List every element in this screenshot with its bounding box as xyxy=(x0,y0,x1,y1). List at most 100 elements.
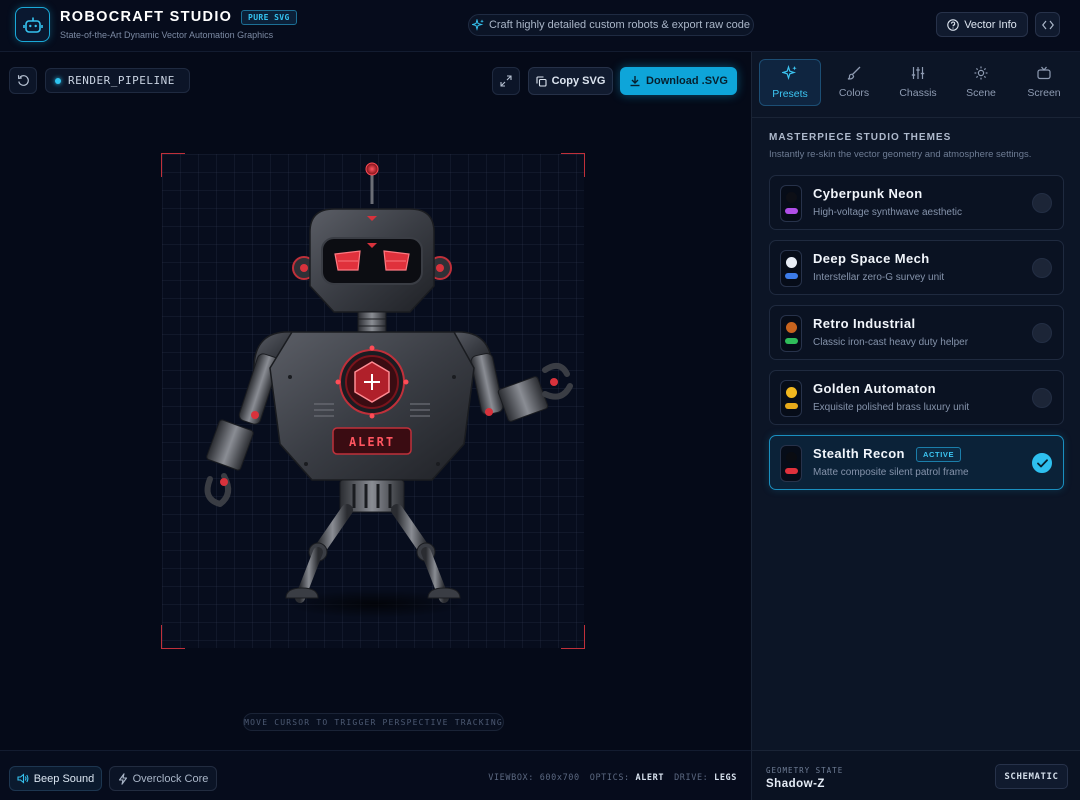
frame-corner-bottom-left xyxy=(161,625,185,649)
swatch-accent xyxy=(785,468,798,474)
theme-swatch xyxy=(780,445,802,482)
schematic-button[interactable]: SCHEMATIC xyxy=(995,764,1068,789)
swatch-primary xyxy=(786,257,797,268)
preset-card-cyberpunk-neon[interactable]: Cyberpunk Neon High-voltage synthwave ae… xyxy=(769,175,1064,230)
speaker-icon xyxy=(17,773,29,784)
preset-description: Interstellar zero-G survey unit xyxy=(813,272,945,283)
overclock-core-button[interactable]: Overclock Core xyxy=(109,766,217,791)
render-pipeline-status: RENDER_PIPELINE xyxy=(45,68,190,93)
swatch-primary xyxy=(786,387,797,398)
active-badge: ACTIVE xyxy=(916,447,962,462)
preset-radio[interactable] xyxy=(1032,258,1052,278)
pure-svg-badge: PURE SVG xyxy=(241,10,297,25)
canvas-area: RENDER_PIPELINE Copy SVG Download .SVG A… xyxy=(0,52,751,750)
right-upper-arm xyxy=(470,352,504,416)
tab-presets-label: Presets xyxy=(772,88,808,100)
geometry-state-label: GEOMETRY STATE xyxy=(766,766,844,775)
schematic-label: SCHEMATIC xyxy=(1004,771,1059,782)
left-eye xyxy=(334,250,361,271)
bottom-toolbar: Beep Sound Overclock Core VIEWBOX: 600x7… xyxy=(0,750,751,800)
sun-icon xyxy=(974,66,988,80)
swatch-accent xyxy=(785,338,798,344)
section-title: MASTERPIECE STUDIO THEMES xyxy=(769,132,952,143)
tab-scene[interactable]: Scene xyxy=(950,59,1012,106)
swatch-primary xyxy=(786,452,797,463)
tab-chassis[interactable]: Chassis xyxy=(887,59,949,106)
preset-radio[interactable] xyxy=(1032,193,1052,213)
copy-svg-label: Copy SVG xyxy=(551,75,606,87)
app-title: ROBOCRAFT STUDIO xyxy=(60,9,233,25)
section-subtitle: Instantly re-skin the vector geometry an… xyxy=(769,149,1032,160)
tab-chassis-label: Chassis xyxy=(899,87,937,99)
theme-swatch xyxy=(780,185,802,222)
overclock-core-label: Overclock Core xyxy=(132,772,209,785)
code-icon xyxy=(1041,20,1054,29)
settings-panel: Presets Colors Chassis Scene Screen MAST… xyxy=(751,52,1080,800)
preset-card-retro-industrial[interactable]: Retro Industrial Classic iron-cast heavy… xyxy=(769,305,1064,360)
frame-corner-bottom-right xyxy=(561,625,585,649)
chest-display-text: ALERT xyxy=(349,435,395,449)
tab-scene-label: Scene xyxy=(966,87,996,99)
optics-key: OPTICS: xyxy=(589,773,630,783)
pipeline-label: RENDER_PIPELINE xyxy=(68,74,175,87)
left-foot xyxy=(285,587,319,599)
robot-illustration: ALERT xyxy=(204,162,573,618)
robot-canvas[interactable]: ALERT xyxy=(161,153,585,649)
vector-info-button[interactable]: Vector Info xyxy=(936,12,1028,37)
brush-icon xyxy=(847,66,861,80)
beep-sound-button[interactable]: Beep Sound xyxy=(9,766,102,791)
expand-button[interactable] xyxy=(492,67,520,95)
preset-name: Cyberpunk Neon xyxy=(813,186,923,201)
help-circle-icon xyxy=(947,18,959,31)
panel-tabs: Presets Colors Chassis Scene Screen xyxy=(752,52,1080,118)
sparkles-icon xyxy=(471,19,484,31)
swatch-primary xyxy=(786,192,797,203)
sliders-icon xyxy=(911,67,925,79)
tab-presets[interactable]: Presets xyxy=(759,59,821,106)
swatch-accent xyxy=(785,273,798,279)
optics-value: ALERT xyxy=(635,773,665,783)
preset-description: High-voltage synthwave aesthetic xyxy=(813,207,962,218)
tagline-pill: Craft highly detailed custom robots & ex… xyxy=(468,14,754,36)
tab-screen-label: Screen xyxy=(1027,87,1061,99)
preset-radio[interactable] xyxy=(1032,388,1052,408)
preset-name: Golden Automaton xyxy=(813,381,936,396)
preset-card-deep-space-mech[interactable]: Deep Space Mech Interstellar zero-G surv… xyxy=(769,240,1064,295)
theme-swatch xyxy=(780,380,802,417)
theme-swatch xyxy=(780,315,802,352)
geometry-state-value: Shadow-Z xyxy=(766,778,825,790)
neck xyxy=(357,311,387,335)
tab-screen[interactable]: Screen xyxy=(1013,59,1075,106)
vector-info-label: Vector Info xyxy=(964,18,1017,31)
download-svg-button[interactable]: Download .SVG xyxy=(620,67,737,95)
app-header: ROBOCRAFT STUDIO PURE SVG State-of-the-A… xyxy=(0,0,1080,52)
reset-button[interactable] xyxy=(9,67,37,94)
download-icon xyxy=(630,76,640,87)
expand-icon xyxy=(500,75,512,87)
viewbox-value: 600x700 xyxy=(539,773,580,783)
geometry-footer: GEOMETRY STATE Shadow-Z SCHEMATIC xyxy=(752,750,1080,800)
preset-radio[interactable] xyxy=(1032,323,1052,343)
tab-colors-label: Colors xyxy=(838,87,870,99)
code-view-button[interactable] xyxy=(1035,12,1060,37)
copy-svg-button[interactable]: Copy SVG xyxy=(528,67,613,95)
preset-description: Exquisite polished brass luxury unit xyxy=(813,402,970,413)
right-forearm xyxy=(497,376,549,422)
preset-description: Matte composite silent patrol frame xyxy=(813,467,969,478)
preset-card-stealth-recon[interactable]: Stealth Recon ACTIVE Matte composite sil… xyxy=(769,435,1064,490)
left-forearm xyxy=(206,419,254,471)
app-subtitle: State-of-the-Art Dynamic Vector Automati… xyxy=(60,30,274,40)
drive-value: LEGS xyxy=(714,773,737,783)
preset-name: Deep Space Mech xyxy=(813,251,930,266)
preset-radio-checked[interactable] xyxy=(1032,453,1052,473)
viewbox-key: VIEWBOX: xyxy=(488,773,534,783)
tab-colors[interactable]: Colors xyxy=(823,59,885,106)
rotate-ccw-icon xyxy=(17,75,29,86)
beep-sound-label: Beep Sound xyxy=(33,772,95,785)
lightning-icon xyxy=(118,772,127,785)
preset-card-golden-automaton[interactable]: Golden Automaton Exquisite polished bras… xyxy=(769,370,1064,425)
antenna-light xyxy=(365,162,379,176)
preset-description: Classic iron-cast heavy duty helper xyxy=(813,337,969,348)
render-status-line: VIEWBOX: 600x700 OPTICS: ALERT DRIVE: LE… xyxy=(488,773,737,783)
preset-name: Retro Industrial xyxy=(813,316,916,331)
